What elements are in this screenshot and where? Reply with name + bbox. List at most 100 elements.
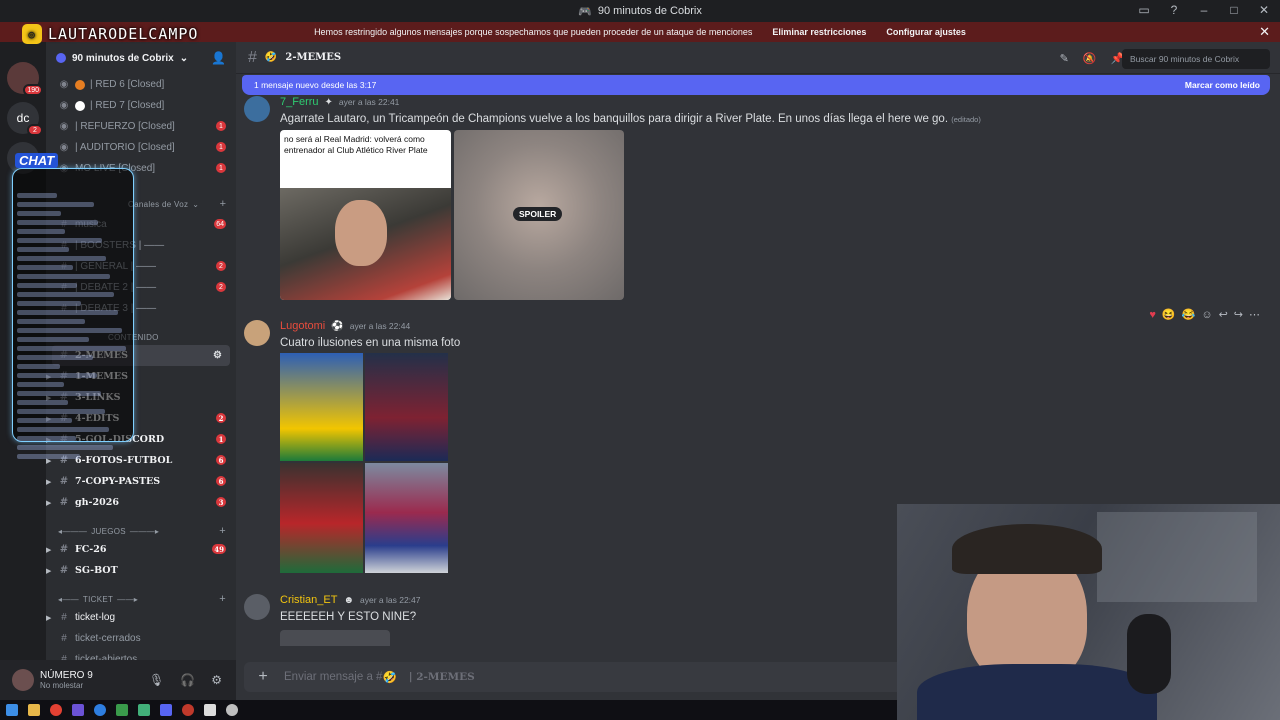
- add-reaction-icon[interactable]: ☺: [1201, 309, 1212, 321]
- chat-overlay-line: [17, 319, 85, 324]
- add-channel-icon[interactable]: +: [219, 525, 226, 537]
- category-label: Canales de Voz: [128, 199, 189, 209]
- photo: [280, 353, 363, 461]
- chevron-down-icon: ⌄: [179, 52, 189, 64]
- notification-bell-icon[interactable]: 🔕: [1083, 52, 1097, 65]
- close-window-button[interactable]: ✕: [1256, 3, 1272, 17]
- add-channel-icon[interactable]: +: [219, 593, 226, 605]
- remove-restrictions-link[interactable]: Eliminar restricciones: [772, 27, 866, 37]
- laugh-reaction-icon[interactable]: 😆: [1162, 308, 1176, 321]
- server-icon-1[interactable]: 190: [7, 62, 43, 96]
- voice-channel[interactable]: ◉ | RED 6 [Closed]: [46, 74, 236, 95]
- webcam-feed: [897, 504, 1280, 720]
- new-messages-bar[interactable]: 1 mensaje nuevo desde las 3:17 Marcar co…: [242, 75, 1270, 95]
- headphones-icon[interactable]: 🎧: [180, 673, 195, 687]
- edited-label: (editado): [951, 115, 981, 124]
- message-author[interactable]: Lugotomi: [280, 320, 325, 332]
- server-header[interactable]: 90 minutos de Cobrix ⌄ 👤: [46, 42, 236, 74]
- chat-overlay-line: [17, 454, 80, 459]
- chevron-right-icon[interactable]: ▶: [46, 477, 51, 486]
- avatar[interactable]: [244, 96, 270, 122]
- text-channel-sg-bot[interactable]: ▶ # SG-BOT: [46, 560, 236, 581]
- message: 7_Ferru ✦ ayer a las 22:41 Agarrate Laut…: [244, 96, 1244, 306]
- close-notice-icon[interactable]: ✕: [1259, 24, 1270, 40]
- maximize-button[interactable]: □: [1226, 3, 1242, 17]
- microphone-icon[interactable]: 🎙: [149, 673, 164, 687]
- microphone-shape: [1127, 614, 1171, 694]
- voice-channel-icon: ◉: [59, 142, 69, 153]
- windows-start-icon[interactable]: [6, 704, 18, 716]
- minimize-button[interactable]: –: [1196, 3, 1212, 17]
- obs-icon[interactable]: [182, 704, 194, 716]
- text-channel-ticket-log[interactable]: ▶ # ticket-log: [46, 607, 236, 628]
- app-icon[interactable]: [72, 704, 84, 716]
- message-text: Agarrate Lautaro, un Tricampeón de Champ…: [280, 113, 949, 125]
- server-icon-2[interactable]: dc 2: [7, 102, 43, 136]
- chrome-icon[interactable]: [50, 704, 62, 716]
- spoiler-image[interactable]: SPOILER: [454, 130, 624, 300]
- threads-icon[interactable]: ✎: [1060, 52, 1069, 65]
- app-icon[interactable]: [226, 704, 238, 716]
- watermark-text: LAUTARODELCAMPO: [48, 25, 199, 43]
- chat-overlay-line: [17, 256, 106, 261]
- heart-reaction-icon[interactable]: ♥: [1149, 309, 1156, 321]
- inbox-icon[interactable]: ▭: [1136, 3, 1152, 17]
- app-icon[interactable]: [138, 704, 150, 716]
- app-icon[interactable]: [204, 704, 216, 716]
- photo: [280, 188, 451, 300]
- text-channel-fc-26[interactable]: ▶ # FC-26 49: [46, 539, 236, 560]
- invite-people-icon[interactable]: 👤: [211, 51, 226, 65]
- chevron-right-icon[interactable]: ▶: [46, 566, 51, 575]
- chevron-right-icon[interactable]: ▶: [46, 498, 51, 507]
- channel-label: 7-COPY-PASTES: [75, 476, 161, 487]
- text-channel-ticket-cerrados[interactable]: # ticket-cerrados: [46, 628, 236, 649]
- hash-icon: #: [61, 633, 67, 644]
- more-icon[interactable]: ⋯: [1249, 308, 1260, 321]
- voice-channel[interactable]: ◉ | AUDITORIO [Closed] 1: [46, 137, 236, 158]
- gear-icon[interactable]: ⚙: [211, 673, 222, 687]
- chat-overlay-line: [17, 409, 105, 414]
- avatar[interactable]: [12, 669, 34, 691]
- app-icon[interactable]: [116, 704, 128, 716]
- chat-overlay-line: [17, 193, 57, 198]
- edge-icon[interactable]: [94, 704, 106, 716]
- channel-settings-icon[interactable]: ⚙: [213, 350, 222, 361]
- add-channel-icon[interactable]: +: [220, 198, 226, 210]
- chat-overlay-line: [17, 382, 64, 387]
- attachment-image[interactable]: [280, 353, 448, 573]
- emoji-icon: 🤣: [264, 52, 278, 63]
- voice-channel[interactable]: ◉ | RED 7 [Closed]: [46, 95, 236, 116]
- discord-taskbar-icon[interactable]: [160, 704, 172, 716]
- avatar[interactable]: [244, 594, 270, 620]
- message-author[interactable]: Cristian_ET: [280, 594, 337, 606]
- help-icon[interactable]: ?: [1166, 3, 1182, 17]
- text-channel-gh-2026[interactable]: ▶ # gh-2026 3: [46, 492, 236, 513]
- person-hair: [952, 524, 1102, 574]
- status-dot-icon: [75, 100, 85, 111]
- chat-overlay-line: [17, 346, 126, 351]
- add-attachment-icon[interactable]: +: [254, 668, 272, 686]
- discord-window: 🎮 90 minutos de Cobrix ▭ ? – □ ✕ Hemos r…: [0, 0, 1280, 720]
- search-input[interactable]: Buscar 90 minutos de Cobrix: [1122, 49, 1270, 69]
- avatar[interactable]: [244, 320, 270, 346]
- message-author[interactable]: 7_Ferru: [280, 96, 319, 108]
- hash-icon: #: [59, 565, 69, 576]
- reply-icon[interactable]: ↩: [1219, 308, 1228, 321]
- spoiler-label[interactable]: SPOILER: [513, 207, 563, 221]
- configure-settings-link[interactable]: Configurar ajustes: [886, 27, 966, 37]
- chat-overlay-line: [17, 238, 102, 243]
- text-channel-7-copy-pastes[interactable]: ▶ #7-COPY-PASTES 6: [46, 471, 236, 492]
- attachment-image[interactable]: [280, 630, 390, 646]
- file-explorer-icon[interactable]: [28, 704, 40, 716]
- chevron-right-icon[interactable]: ▶: [46, 614, 51, 622]
- forward-icon[interactable]: ↪: [1234, 308, 1243, 321]
- mark-as-read-button[interactable]: Marcar como leído: [1185, 80, 1260, 90]
- voice-channel[interactable]: ◉ | REFUERZO [Closed] 1: [46, 116, 236, 137]
- chat-overlay-line: [17, 391, 101, 396]
- joy-reaction-icon[interactable]: 😂: [1182, 308, 1196, 321]
- text-channel-ticket-abiertos[interactable]: # ticket-abiertos: [46, 649, 236, 660]
- server-badge: 2: [27, 124, 43, 136]
- chevron-right-icon[interactable]: ▶: [46, 545, 51, 554]
- attachment-image[interactable]: no será al Real Madrid: volverá como ent…: [280, 130, 451, 300]
- channel-label: ticket-cerrados: [75, 633, 141, 644]
